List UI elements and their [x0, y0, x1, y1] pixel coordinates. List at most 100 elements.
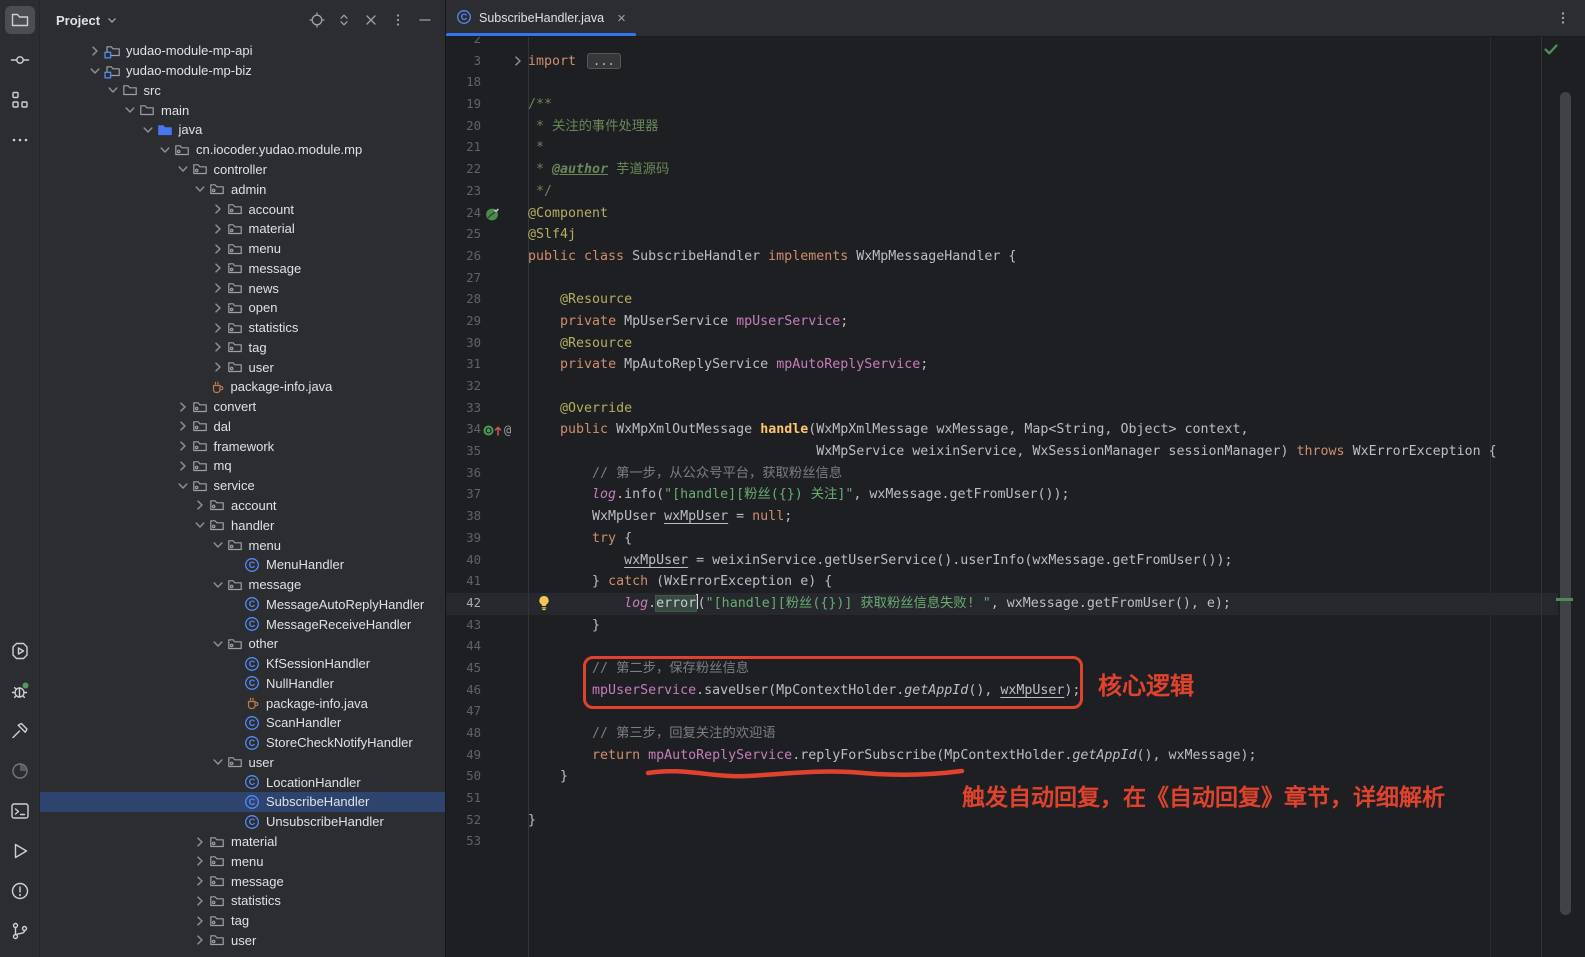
line-number[interactable]: 3 — [446, 51, 481, 73]
code-line-18[interactable]: 18 — [446, 72, 1585, 94]
tree-item-account[interactable]: account — [40, 199, 445, 219]
line-number[interactable]: 37 — [446, 484, 481, 506]
code-line-36[interactable]: 36 // 第一步，从公众号平台，获取粉丝信息 — [446, 463, 1585, 485]
tree-item-news[interactable]: news — [40, 278, 445, 298]
terminal-icon[interactable] — [5, 797, 35, 825]
tree-item-tag[interactable]: tag — [40, 337, 445, 357]
code-line-44[interactable]: 44 — [446, 636, 1585, 658]
line-number[interactable]: 47 — [446, 701, 481, 723]
code-line-19[interactable]: 19/** — [446, 94, 1585, 116]
tree-item-statistics[interactable]: statistics — [40, 891, 445, 911]
tree-item-java[interactable]: java — [40, 120, 445, 140]
tree-item-statistics[interactable]: statistics — [40, 318, 445, 338]
tree-chevron-icon[interactable] — [209, 201, 227, 217]
line-number[interactable]: 40 — [446, 550, 481, 572]
tree-chevron-icon[interactable] — [209, 221, 227, 237]
tree-chevron-icon[interactable] — [174, 161, 192, 177]
code-line-40[interactable]: 40 wxMpUser = weixinService.getUserServi… — [446, 550, 1585, 572]
line-number[interactable]: 32 — [446, 376, 481, 398]
tree-chevron-icon[interactable] — [191, 913, 209, 929]
code-line-41[interactable]: 41 } catch (WxErrorException e) { — [446, 571, 1585, 593]
tree-item-open[interactable]: open — [40, 298, 445, 318]
tree-chevron-icon[interactable] — [174, 478, 192, 494]
git-icon[interactable] — [5, 917, 35, 945]
tree-item-tag[interactable]: tag — [40, 911, 445, 931]
line-number[interactable]: 34 — [446, 419, 481, 441]
tree-chevron-icon[interactable] — [104, 82, 122, 98]
line-number[interactable]: 21 — [446, 137, 481, 159]
tree-chevron-icon[interactable] — [121, 102, 139, 118]
line-number[interactable]: 36 — [446, 463, 481, 485]
line-number[interactable]: 49 — [446, 745, 481, 767]
tree-chevron-icon[interactable] — [209, 241, 227, 257]
tree-chevron-icon[interactable] — [209, 537, 227, 553]
commit-icon[interactable] — [5, 46, 35, 74]
tree-chevron-icon[interactable] — [191, 853, 209, 869]
code-line-26[interactable]: 26public class SubscribeHandler implemen… — [446, 246, 1585, 268]
tree-chevron-icon[interactable] — [209, 636, 227, 652]
line-number[interactable]: 35 — [446, 441, 481, 463]
line-number[interactable]: 43 — [446, 615, 481, 637]
tree-item-menuhandler[interactable]: CMenuHandler — [40, 555, 445, 575]
tree-chevron-icon[interactable] — [191, 834, 209, 850]
tree-item-menu[interactable]: menu — [40, 239, 445, 259]
tree-item-menu[interactable]: menu — [40, 535, 445, 555]
tree-item-controller[interactable]: controller — [40, 160, 445, 180]
code-line-25[interactable]: 25@Slf4j — [446, 224, 1585, 246]
tree-chevron-icon[interactable] — [191, 497, 209, 513]
scrollbar[interactable] — [1560, 92, 1571, 915]
line-number[interactable]: 31 — [446, 354, 481, 376]
tree-item-menu[interactable]: menu — [40, 851, 445, 871]
code-line-43[interactable]: 43 } — [446, 615, 1585, 637]
tree-chevron-icon[interactable] — [209, 300, 227, 316]
tree-chevron-icon[interactable] — [86, 63, 104, 79]
code-line-39[interactable]: 39 try { — [446, 528, 1585, 550]
tree-item-unsubscribehandler[interactable]: CUnsubscribeHandler — [40, 812, 445, 832]
tree-chevron-icon[interactable] — [209, 320, 227, 336]
hide-icon[interactable] — [417, 12, 433, 28]
tree-chevron-icon[interactable] — [209, 359, 227, 375]
tree-item-nullhandler[interactable]: CNullHandler — [40, 674, 445, 694]
tab-subscribehandler-java[interactable]: C SubscribeHandler.java × — [446, 0, 636, 36]
tree-chevron-icon[interactable] — [156, 142, 174, 158]
tree-chevron-icon[interactable] — [209, 260, 227, 276]
code-line-3[interactable]: 3import ... — [446, 51, 1585, 73]
tree-item-message[interactable]: message — [40, 258, 445, 278]
code-line-52[interactable]: 52} — [446, 810, 1585, 832]
tree-item-cn-iocoder-yudao-module-mp[interactable]: cn.iocoder.yudao.module.mp — [40, 140, 445, 160]
tree-item-user[interactable]: user — [40, 753, 445, 773]
code-line-49[interactable]: 49 return mpAutoReplyService.replyForSub… — [446, 745, 1585, 767]
code-line-21[interactable]: 21 * — [446, 137, 1585, 159]
tree-item-handler[interactable]: handler — [40, 515, 445, 535]
tree-item-messagereceivehandler[interactable]: CMessageReceiveHandler — [40, 614, 445, 634]
tree-chevron-icon[interactable] — [174, 399, 192, 415]
code-line-29[interactable]: 29 private MpUserService mpUserService; — [446, 311, 1585, 333]
code-line-31[interactable]: 31 private MpAutoReplyService mpAutoRepl… — [446, 354, 1585, 376]
profiler-icon[interactable] — [5, 757, 35, 785]
tree-item-service[interactable]: service — [40, 476, 445, 496]
tree-chevron-icon[interactable] — [209, 577, 227, 593]
tree-item-user[interactable]: user — [40, 357, 445, 377]
more-icon[interactable] — [5, 126, 35, 154]
structure-icon[interactable] — [5, 86, 35, 114]
code-line-37[interactable]: 37 log.info("[handle][粉丝({}) 关注]", wxMes… — [446, 484, 1585, 506]
code-line-53[interactable]: 53 — [446, 831, 1585, 853]
line-number[interactable]: 22 — [446, 159, 481, 181]
tool-window-title[interactable]: Project — [56, 13, 100, 28]
tree-item-other[interactable]: other — [40, 634, 445, 654]
code-line-24[interactable]: 24@Component — [446, 203, 1585, 225]
project-folder-icon[interactable] — [5, 6, 35, 34]
tree-chevron-icon[interactable] — [209, 280, 227, 296]
line-number[interactable]: 45 — [446, 658, 481, 680]
tree-chevron-icon[interactable] — [191, 893, 209, 909]
tree-item-messageautoreplyhandler[interactable]: CMessageAutoReplyHandler — [40, 594, 445, 614]
code-line-48[interactable]: 48 // 第三步，回复关注的欢迎语 — [446, 723, 1585, 745]
code-line-33[interactable]: 33 @Override — [446, 398, 1585, 420]
intention-bulb-icon[interactable] — [537, 595, 551, 620]
code-line-28[interactable]: 28 @Resource — [446, 289, 1585, 311]
code-line-23[interactable]: 23 */ — [446, 181, 1585, 203]
expand-selection-icon[interactable] — [336, 12, 352, 28]
tab-bar-more-icon[interactable] — [1555, 0, 1571, 36]
chevron-down-icon[interactable] — [105, 13, 119, 27]
line-number[interactable]: 48 — [446, 723, 481, 745]
